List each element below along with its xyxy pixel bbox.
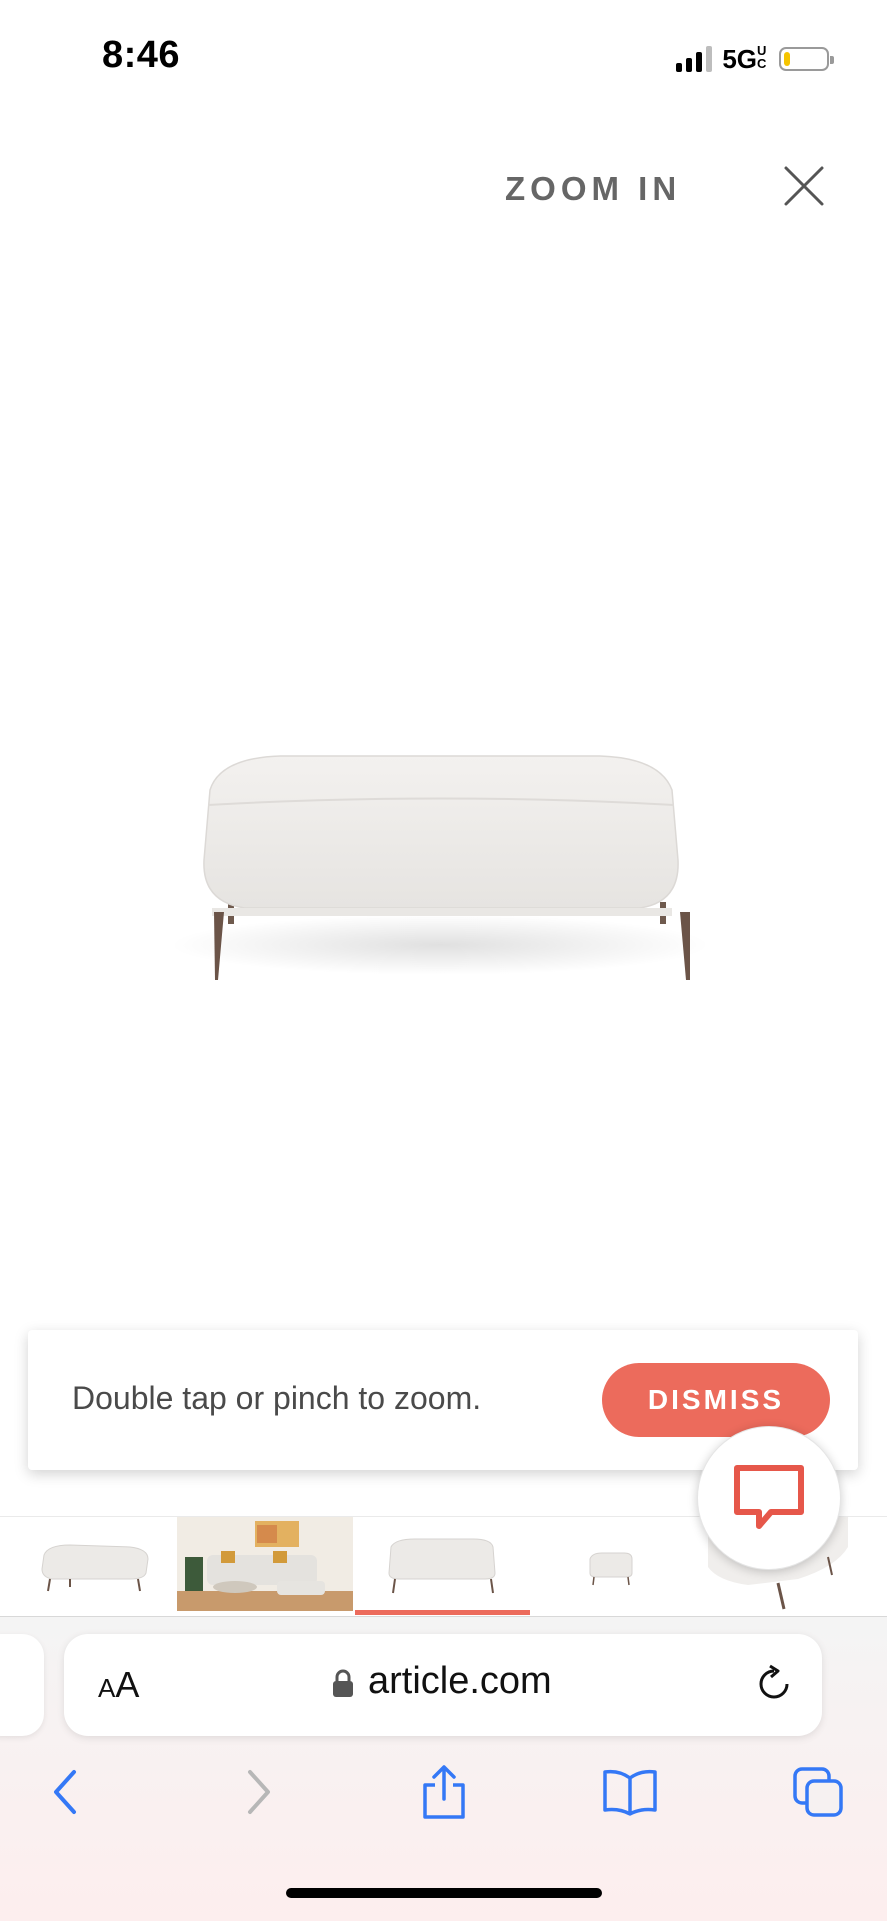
address-bar[interactable]: AA article.com xyxy=(64,1634,822,1736)
signal-icon xyxy=(676,46,713,72)
text-size-small-a: A xyxy=(98,1673,116,1703)
status-indicators: 5GUC xyxy=(676,44,834,75)
product-image[interactable] xyxy=(150,730,730,1030)
zoom-hint-text: Double tap or pinch to zoom. xyxy=(72,1380,482,1416)
book-icon xyxy=(603,1769,657,1816)
bookmarks-button[interactable] xyxy=(600,1762,660,1822)
chevron-right-icon xyxy=(248,1770,270,1814)
zoom-in-label: ZOOM IN xyxy=(505,170,682,207)
text-size-large-a: A xyxy=(115,1664,140,1705)
back-button[interactable] xyxy=(36,1762,96,1822)
forward-button[interactable] xyxy=(228,1762,288,1822)
tabs-icon xyxy=(793,1767,843,1817)
lock-icon xyxy=(332,1668,354,1698)
status-time: 8:46 xyxy=(102,34,181,76)
chat-bubble-icon xyxy=(734,1465,804,1529)
thumbnail-item[interactable] xyxy=(177,1517,353,1611)
close-icon[interactable] xyxy=(782,164,826,208)
share-button[interactable] xyxy=(414,1762,474,1822)
dismiss-button[interactable]: DISMISS xyxy=(602,1363,830,1437)
network-type: 5GUC xyxy=(722,44,769,75)
text-size-button[interactable]: AA xyxy=(98,1664,139,1706)
thumbnail-item-active[interactable] xyxy=(355,1517,530,1615)
home-indicator xyxy=(286,1888,602,1898)
network-suffix: UC xyxy=(757,42,767,71)
chevron-left-icon xyxy=(54,1770,76,1814)
url-domain: article.com xyxy=(368,1660,552,1702)
network-label: 5G xyxy=(722,43,757,74)
previous-tab-edge[interactable] xyxy=(0,1634,44,1736)
share-icon xyxy=(423,1765,465,1819)
reload-icon[interactable] xyxy=(754,1664,794,1704)
thumbnail-item[interactable] xyxy=(30,1517,160,1611)
battery-icon xyxy=(779,47,834,71)
tabs-button[interactable] xyxy=(788,1762,848,1822)
thumbnail-item[interactable] xyxy=(560,1517,660,1611)
chat-button[interactable] xyxy=(697,1426,841,1570)
